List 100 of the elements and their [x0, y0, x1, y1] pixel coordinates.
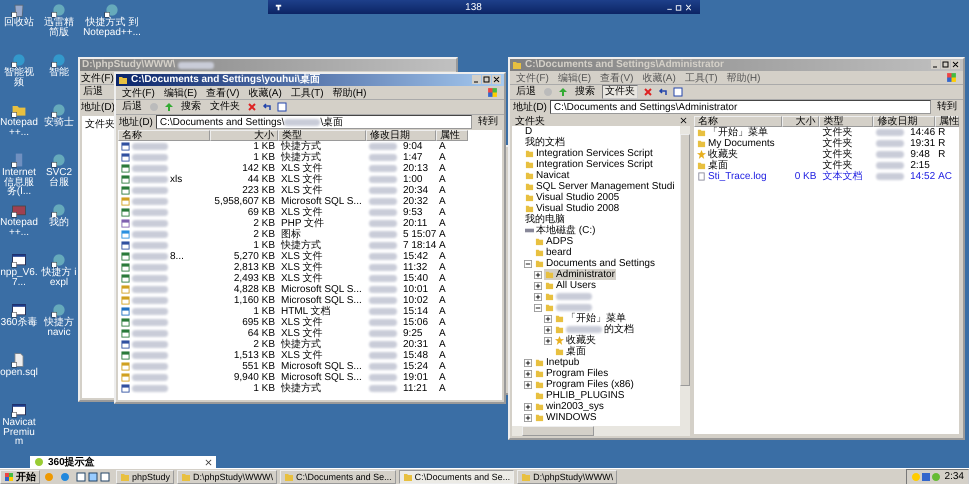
- expand-icon[interactable]: [544, 314, 552, 322]
- file-row[interactable]: 1 KB 快捷方式 9:04 A: [118, 141, 502, 152]
- undo-icon[interactable]: [658, 87, 668, 97]
- file-row[interactable]: 1 KB 快捷方式 1:47 A: [118, 152, 502, 163]
- file-row[interactable]: 1,160 KB Microsoft SQL S... 10:02 A: [118, 295, 502, 306]
- expand-icon[interactable]: [524, 414, 532, 422]
- window-icon[interactable]: [11, 402, 27, 418]
- expand-icon[interactable]: [544, 326, 552, 334]
- column-header[interactable]: 类型: [278, 130, 366, 141]
- app-icon[interactable]: [51, 102, 67, 118]
- scrollbar[interactable]: [512, 426, 690, 436]
- tree-folder[interactable]: 桌面: [554, 346, 587, 357]
- address-field[interactable]: C:\Documents and Settings\ \桌面: [156, 115, 472, 129]
- back-button[interactable]: 后退: [120, 101, 144, 113]
- tree-folder[interactable]: Program Files: [534, 368, 610, 379]
- menu-item[interactable]: 收藏(A): [642, 70, 676, 84]
- menu-item[interactable]: 工具(T): [290, 86, 324, 100]
- window-controls-icon[interactable]: [472, 75, 502, 85]
- menu-item[interactable]: 编辑(E): [164, 86, 198, 100]
- file-row[interactable]: 4,828 KB Microsoft SQL S... 10:01 A: [118, 284, 502, 295]
- views-icon[interactable]: [673, 87, 683, 97]
- file-row[interactable]: 2 KB 图标 5 15:07 A: [118, 229, 502, 240]
- folders-button[interactable]: 文件夹: [208, 101, 242, 113]
- file-row[interactable]: 9,940 KB Microsoft SQL S... 19:01 A: [118, 372, 502, 383]
- tree-item[interactable]: 我的电脑: [524, 214, 566, 225]
- file-row[interactable]: 「开始」菜单 文件夹 14:46 R: [694, 127, 959, 138]
- file-row[interactable]: 64 KB XLS 文件 9:25 A: [118, 328, 502, 339]
- expand-icon[interactable]: [524, 402, 532, 410]
- taskbar-button[interactable]: D:\phpStudy\WWW\: [517, 470, 618, 484]
- taskbar-button[interactable]: C:\Documents and Se...: [398, 470, 514, 484]
- close-icon[interactable]: [205, 458, 212, 466]
- column-header[interactable]: 大小: [782, 116, 820, 127]
- file-row[interactable]: 1 KB 快捷方式 7 18:14 A: [118, 240, 502, 251]
- file-row[interactable]: xls 44 KB XLS 文件 1:00 A: [118, 174, 502, 185]
- expand-icon[interactable]: [534, 270, 542, 278]
- taskbar-button[interactable]: C:\Documents and Se...: [280, 470, 396, 484]
- expand-icon[interactable]: [534, 292, 542, 300]
- back-button[interactable]: 后退: [81, 86, 105, 98]
- address-field[interactable]: C:\Documents and Settings\Administrator: [550, 100, 931, 114]
- window-controls-icon[interactable]: [931, 60, 961, 70]
- tree-folder[interactable]: 的文档: [554, 324, 635, 335]
- folders-button[interactable]: 文件夹: [602, 85, 638, 99]
- column-header[interactable]: 名称: [118, 130, 210, 141]
- window-icon[interactable]: [11, 302, 27, 318]
- tree-folder[interactable]: beard: [534, 247, 573, 258]
- menu-item[interactable]: 帮助(H): [726, 70, 760, 84]
- tree-folder[interactable]: 本地磁盘 (C:): [524, 225, 596, 236]
- column-header[interactable]: 修改日期: [873, 116, 936, 127]
- menu-item[interactable]: 编辑(E): [558, 70, 592, 84]
- file-row[interactable]: 695 KB XLS 文件 15:06 A: [118, 317, 502, 328]
- menu-item[interactable]: 工具(T): [684, 70, 718, 84]
- file-row[interactable]: 2 KB 快捷方式 20:31 A: [118, 339, 502, 350]
- undo-icon[interactable]: [262, 102, 272, 112]
- tree-folder[interactable]: win2003_sys: [534, 401, 605, 412]
- expand-icon[interactable]: [544, 336, 552, 344]
- file-row[interactable]: 2 KB PHP 文件 20:11 A: [118, 218, 502, 229]
- delete-icon[interactable]: [247, 102, 257, 112]
- column-header[interactable]: 类型: [819, 116, 874, 127]
- tree-folder[interactable]: Inetpub: [534, 357, 580, 368]
- menu-item[interactable]: 文件(F): [122, 86, 155, 100]
- window-icon[interactable]: [11, 252, 27, 268]
- app-icon[interactable]: [51, 302, 67, 318]
- expand-icon[interactable]: [534, 282, 542, 290]
- file-row[interactable]: 1,513 KB XLS 文件 15:48 A: [118, 350, 502, 361]
- pin-icon[interactable]: [274, 2, 283, 12]
- file-row[interactable]: 2,813 KB XLS 文件 11:32 A: [118, 262, 502, 273]
- collapse-icon[interactable]: [524, 260, 532, 268]
- camera-icon[interactable]: [11, 52, 27, 68]
- taskbar-button[interactable]: D:\phpStudy\WWW\: [177, 470, 278, 484]
- menu-item[interactable]: 查看(V): [600, 70, 634, 84]
- expand-icon[interactable]: [524, 380, 532, 388]
- search-button[interactable]: 搜索: [573, 86, 597, 98]
- file-row[interactable]: 1 KB 快捷方式 11:21 A: [118, 383, 502, 394]
- expand-icon[interactable]: [524, 370, 532, 378]
- tree-folder[interactable]: All Users: [544, 280, 598, 291]
- menu-item[interactable]: 查看(V): [206, 86, 240, 100]
- file-row[interactable]: 223 KB XLS 文件 20:34 A: [118, 185, 502, 196]
- tree-item[interactable]: 我的文档: [524, 137, 566, 148]
- file-row[interactable]: 551 KB Microsoft SQL S... 15:24 A: [118, 361, 502, 372]
- file-row[interactable]: 5,958,607 KB Microsoft SQL S... 20:32 A: [118, 196, 502, 207]
- file-row[interactable]: 1 KB HTML 文档 15:14 A: [118, 306, 502, 317]
- search-button[interactable]: 搜索: [179, 101, 203, 113]
- notification-tab[interactable]: 360提示盒: [30, 456, 216, 468]
- file-row[interactable]: 8... 5,270 KB XLS 文件 15:42 A: [118, 251, 502, 262]
- file-row[interactable]: 收藏夹 文件夹 9:48 R: [694, 149, 959, 160]
- app-icon[interactable]: [51, 202, 67, 218]
- camera-icon[interactable]: [51, 52, 67, 68]
- column-header[interactable]: 修改日期: [366, 130, 436, 141]
- expand-icon[interactable]: [524, 358, 532, 366]
- column-header[interactable]: 大小: [210, 130, 278, 141]
- column-header[interactable]: 属性: [935, 116, 959, 127]
- file-row[interactable]: My Documents 文件夹 19:31 R: [694, 138, 959, 149]
- back-button[interactable]: 后退: [514, 86, 538, 98]
- menu-item[interactable]: 文件(F): [81, 70, 114, 84]
- tray-icons[interactable]: [910, 472, 941, 482]
- tree-folder[interactable]: WINDOWS: [534, 412, 598, 423]
- menu-item[interactable]: 帮助(H): [332, 86, 366, 100]
- tree-folder[interactable]: Administrator: [544, 269, 616, 280]
- taskbar-button[interactable]: phpStudy: [116, 470, 174, 484]
- file-row[interactable]: 69 KB XLS 文件 9:53 A: [118, 207, 502, 218]
